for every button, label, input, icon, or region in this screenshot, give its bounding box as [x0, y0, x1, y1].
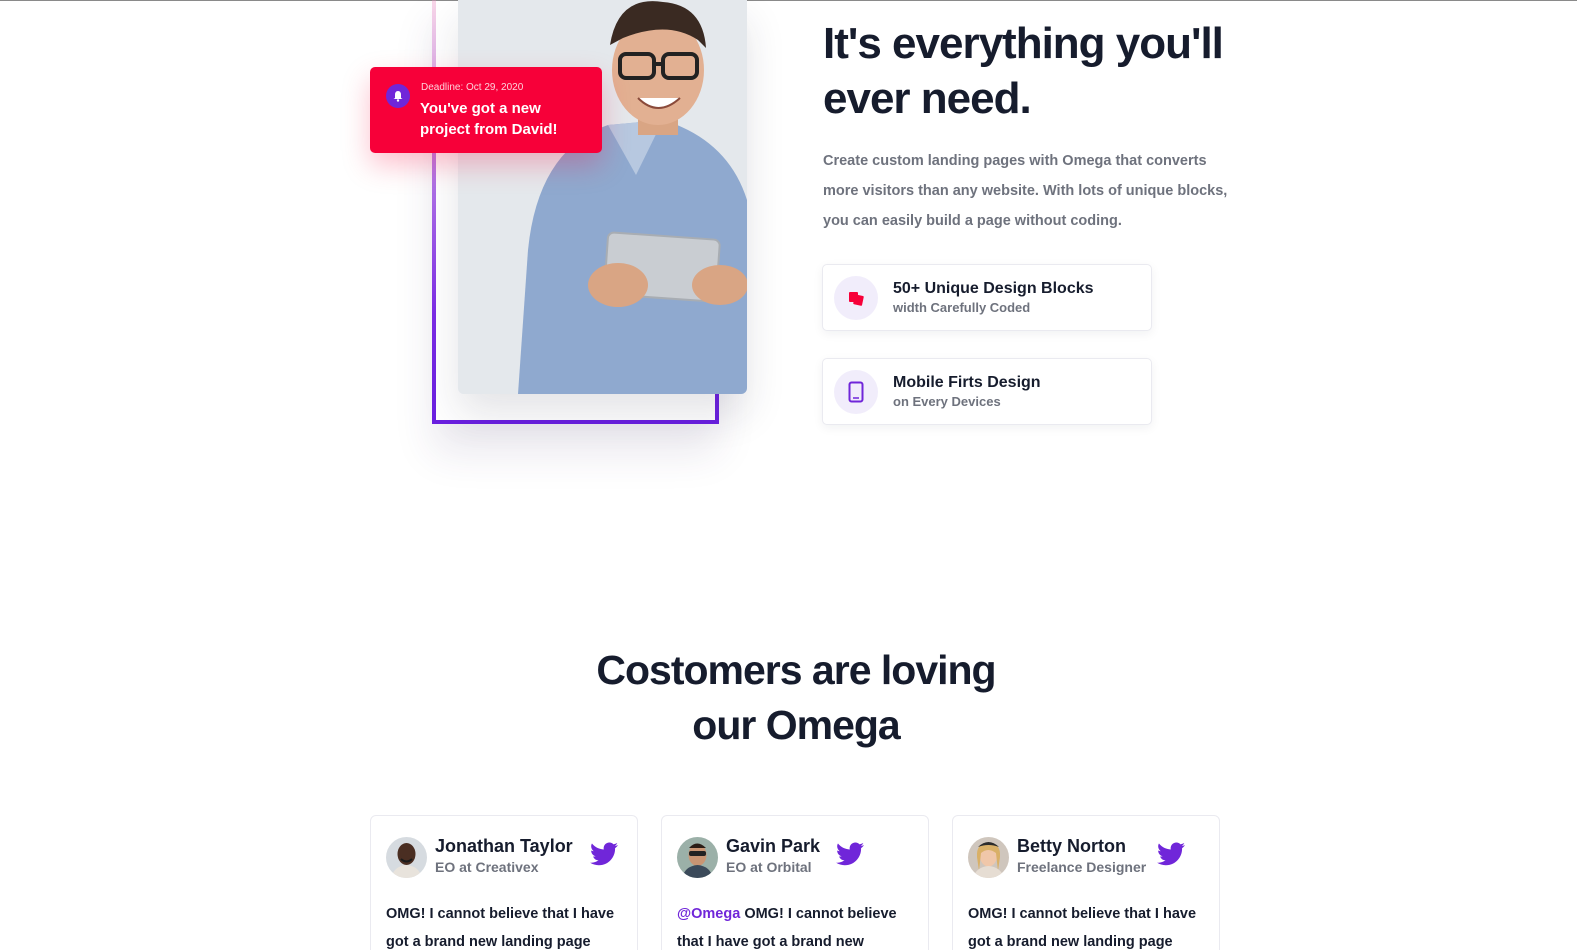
top-divider [0, 0, 1577, 1]
feature-mobile-first: Mobile Firts Design on Every Devices [822, 358, 1152, 425]
avatar [677, 837, 718, 878]
reviewer-name: Betty Norton [1017, 836, 1126, 856]
feature-title: 50+ Unique Design Blocks [893, 280, 1094, 297]
twitter-icon[interactable] [1157, 842, 1185, 866]
feature-title: Mobile Firts Design [893, 374, 1041, 391]
testimonial-text: @Omega OMG! I cannot believe that I have… [677, 900, 917, 950]
testimonial-text: OMG! I cannot believe that I have got a … [968, 906, 1197, 950]
testimonial-card: Betty Norton Freelance Designer OMG! I c… [952, 815, 1220, 950]
bell-icon [386, 84, 410, 108]
twitter-icon[interactable] [590, 842, 618, 866]
reviewer-role: EO at Creativex [435, 859, 539, 875]
hero-photo [458, 0, 747, 394]
testimonial-card: Gavin Park EO at Orbital @Omega OMG! I c… [661, 815, 929, 950]
feature-subtitle: width Carefully Coded [893, 300, 1031, 315]
notification-date: Deadline: Oct 29, 2020 [421, 82, 524, 93]
hero-description: Create custom landing pages with Omega t… [823, 153, 1228, 229]
mention-link[interactable]: @Omega [677, 906, 740, 922]
avatar [968, 837, 1009, 878]
notification-message: You've got a new project from David! [420, 100, 558, 138]
reviewer-role: EO at Orbital [726, 859, 812, 875]
hero-title: It's everything you'll ever need. [823, 19, 1224, 123]
tablet-icon [834, 370, 878, 414]
avatar [386, 837, 427, 878]
layers-icon [834, 276, 878, 320]
testimonial-card: Jonathan Taylor EO at Creativex OMG! I c… [370, 815, 638, 950]
project-notification[interactable]: Deadline: Oct 29, 2020 You've got a new … [370, 67, 602, 153]
twitter-icon[interactable] [836, 842, 864, 866]
feature-design-blocks: 50+ Unique Design Blocks width Carefully… [822, 264, 1152, 331]
reviewer-name: Gavin Park [726, 836, 821, 856]
feature-subtitle: on Every Devices [893, 394, 1001, 409]
testimonial-text: OMG! I cannot believe that I have got a … [386, 906, 615, 950]
testimonials-title: Costomers are loving our Omega [596, 647, 996, 748]
reviewer-name: Jonathan Taylor [435, 836, 573, 856]
reviewer-role: Freelance Designer [1017, 859, 1147, 875]
